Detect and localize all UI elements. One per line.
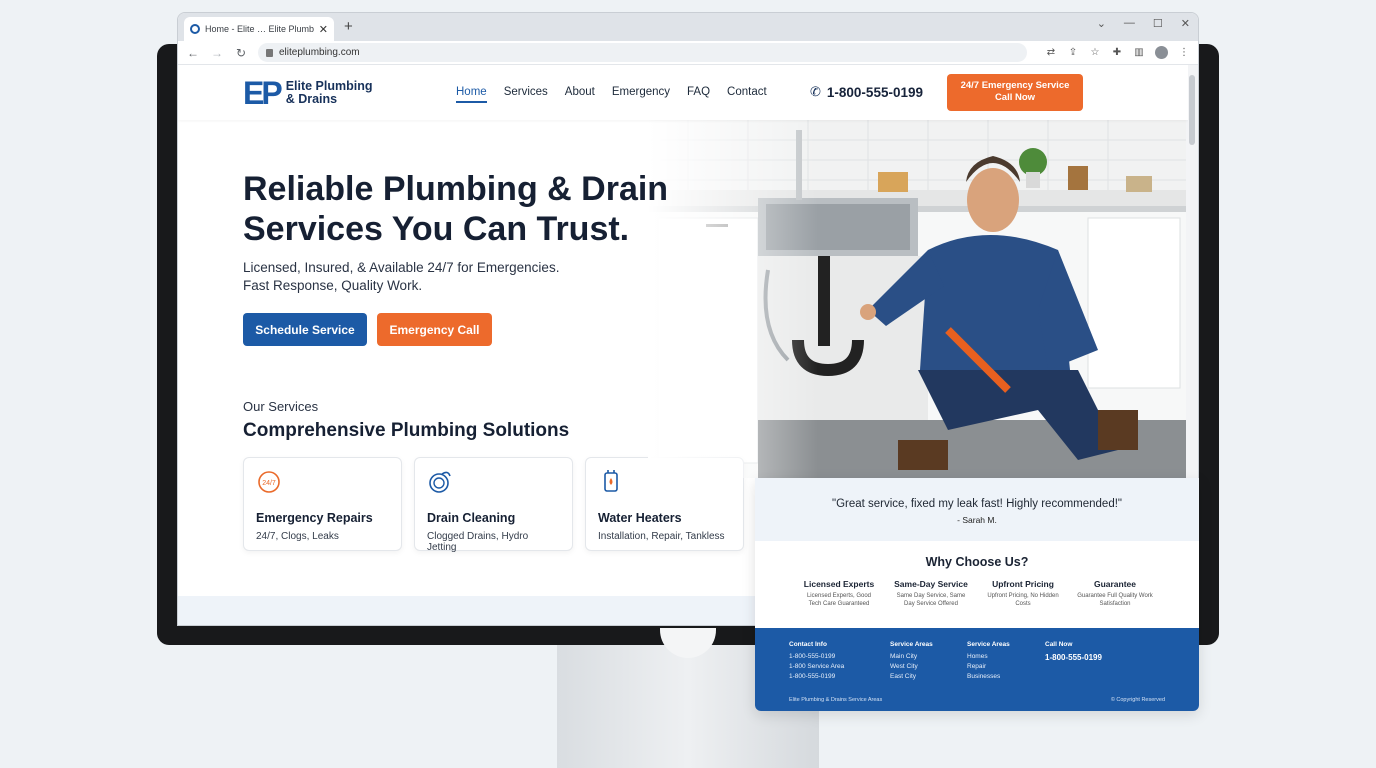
services-eyebrow: Our Services — [243, 399, 319, 414]
tab-bar: Home - Elite … Elite Plumbing ✕ + ⌄ — ☐ … — [178, 13, 1198, 41]
scrollbar-thumb[interactable] — [1189, 75, 1195, 145]
footer-link[interactable]: Main City — [890, 653, 933, 660]
nav-faq[interactable]: FAQ — [687, 86, 710, 103]
address-bar[interactable]: eliteplumbing.com — [258, 43, 1027, 62]
phone-number: 1-800-555-0199 — [826, 84, 923, 100]
card-desc: Installation, Repair, Tankless — [598, 531, 725, 542]
service-card-drain-cleaning[interactable]: Drain Cleaning Clogged Drains, Hydro Jet… — [414, 457, 573, 553]
testimonial-author: - Sarah M. — [957, 515, 997, 525]
sidepanel-icon[interactable]: ▥ — [1133, 47, 1145, 59]
site-logo[interactable]: EP Elite Plumbing & Drains — [243, 77, 373, 109]
site-footer: Contact Info 1-800-555-0199 1-800 Servic… — [755, 628, 1199, 711]
footer-link[interactable]: East City — [890, 673, 933, 680]
url-text: eliteplumbing.com — [279, 47, 360, 58]
close-window-icon[interactable]: ✕ — [1181, 17, 1190, 30]
footer-link[interactable]: Businesses — [967, 673, 1010, 680]
footer-link[interactable]: Repair — [967, 663, 1010, 670]
header-phone[interactable]: ✆ 1-800-555-0199 — [810, 84, 923, 100]
share-icon[interactable]: ⇪ — [1067, 47, 1079, 59]
site-favicon-icon — [190, 24, 200, 34]
card-desc: 24/7, Clogs, Leaks — [256, 531, 339, 542]
maximize-icon[interactable]: ☐ — [1153, 17, 1163, 30]
menu-kebab-icon[interactable]: ⋮ — [1178, 47, 1190, 59]
footer-link[interactable]: 1-800-555-0199 — [789, 653, 844, 660]
why-item: Same-Day Service Same Day Service, Same D… — [894, 579, 968, 608]
minimize-icon[interactable]: — — [1124, 17, 1135, 30]
service-card-emergency-repairs[interactable]: 24/7 Emergency Repairs 24/7, Clogs, Leak… — [243, 457, 402, 551]
footer-phone[interactable]: 1-800-555-0199 — [1045, 653, 1102, 662]
nav-contact[interactable]: Contact — [727, 86, 767, 103]
emergency-24-7-icon: 24/7 — [258, 471, 280, 493]
card-title: Drain Cleaning — [427, 511, 516, 525]
site-header: EP Elite Plumbing & Drains Home Services… — [178, 65, 1188, 120]
back-icon[interactable]: ← — [186, 46, 200, 60]
why-title: Why Choose Us? — [925, 555, 1029, 569]
footer-areas: Service Areas Homes Repair Businesses — [967, 641, 1010, 680]
nav-services[interactable]: Services — [504, 86, 548, 103]
testimonial: "Great service, fixed my leak fast! High… — [755, 478, 1199, 541]
footer-link[interactable]: West City — [890, 663, 933, 670]
tab-title: Home - Elite … Elite Plumbing — [205, 24, 314, 34]
footer-link[interactable]: Homes — [967, 653, 1010, 660]
footer-call: Call Now 1-800-555-0199 — [1045, 641, 1102, 662]
bookmark-star-icon[interactable]: ☆ — [1089, 47, 1101, 59]
emergency-call-button[interactable]: Emergency Call — [377, 313, 492, 346]
footer-contact: Contact Info 1-800-555-0199 1-800 Servic… — [789, 641, 845, 680]
why-choose-us: Why Choose Us? Licensed Experts Licensed … — [755, 541, 1199, 628]
phone-icon: ✆ — [810, 84, 821, 99]
lock-icon — [266, 48, 273, 57]
browser-toolbar: ← → ↻ eliteplumbing.com ⇄ ⇪ ☆ ✚ ▥ ⋮ — [178, 41, 1198, 65]
drain-swirl-icon — [429, 471, 451, 493]
services-section-title: Comprehensive Plumbing Solutions — [243, 420, 570, 441]
footer-services: Service Areas Main City West City East C… — [890, 641, 933, 680]
testimonial-quote: "Great service, fixed my leak fast! High… — [831, 498, 1123, 510]
schedule-service-button[interactable]: Schedule Service — [243, 313, 367, 346]
browser-tab[interactable]: Home - Elite … Elite Plumbing ✕ — [184, 17, 334, 41]
nav-emergency[interactable]: Emergency — [612, 86, 670, 103]
why-item: Guarantee Guarantee Full Quality Work Sat… — [1077, 579, 1153, 608]
tab-search-icon[interactable]: ⌄ — [1097, 17, 1106, 30]
nav-home[interactable]: Home — [456, 86, 487, 103]
reload-icon[interactable]: ↻ — [234, 46, 248, 60]
svg-text:24/7: 24/7 — [262, 480, 276, 487]
extensions-icon[interactable]: ✚ — [1111, 47, 1123, 59]
translate-icon[interactable]: ⇄ — [1045, 47, 1057, 59]
card-desc: Clogged Drains, Hydro Jetting — [427, 531, 529, 553]
forward-icon[interactable]: → — [210, 46, 224, 60]
nav-about[interactable]: About — [565, 86, 595, 103]
why-item: Upfront Pricing Upfront Pricing, No Hidde… — [987, 579, 1059, 608]
emergency-call-now-button[interactable]: 24/7 Emergency Service Call Now — [947, 74, 1083, 111]
new-tab-button[interactable]: + — [344, 18, 353, 35]
footer-link[interactable]: 1-800-555-0199 — [789, 673, 844, 680]
card-title: Water Heaters — [598, 511, 682, 525]
footer-bottom: Elite Plumbing & Drains Service Areas © … — [789, 697, 1165, 703]
footer-link[interactable]: 1-800 Service Area — [789, 663, 844, 670]
profile-avatar[interactable] — [1155, 46, 1168, 59]
logo-text: Elite Plumbing & Drains — [285, 78, 373, 106]
tab-close-icon[interactable]: ✕ — [319, 23, 328, 36]
card-title: Emergency Repairs — [256, 511, 373, 525]
water-heater-icon — [604, 470, 618, 492]
hero-subtitle: Licensed, Insured, & Available 24/7 for … — [243, 260, 560, 293]
window-controls: ⌄ — ☐ ✕ — [1097, 17, 1190, 30]
main-nav: Home Services About Emergency FAQ Contac… — [456, 86, 767, 103]
hero-headline: Reliable Plumbing & Drain Services You C… — [243, 170, 669, 248]
logo-mark: EP — [243, 75, 283, 111]
page-preview-panel: "Great service, fixed my leak fast! High… — [755, 478, 1199, 711]
why-item: Licensed Experts Licensed Experts, Good T… — [803, 579, 875, 608]
